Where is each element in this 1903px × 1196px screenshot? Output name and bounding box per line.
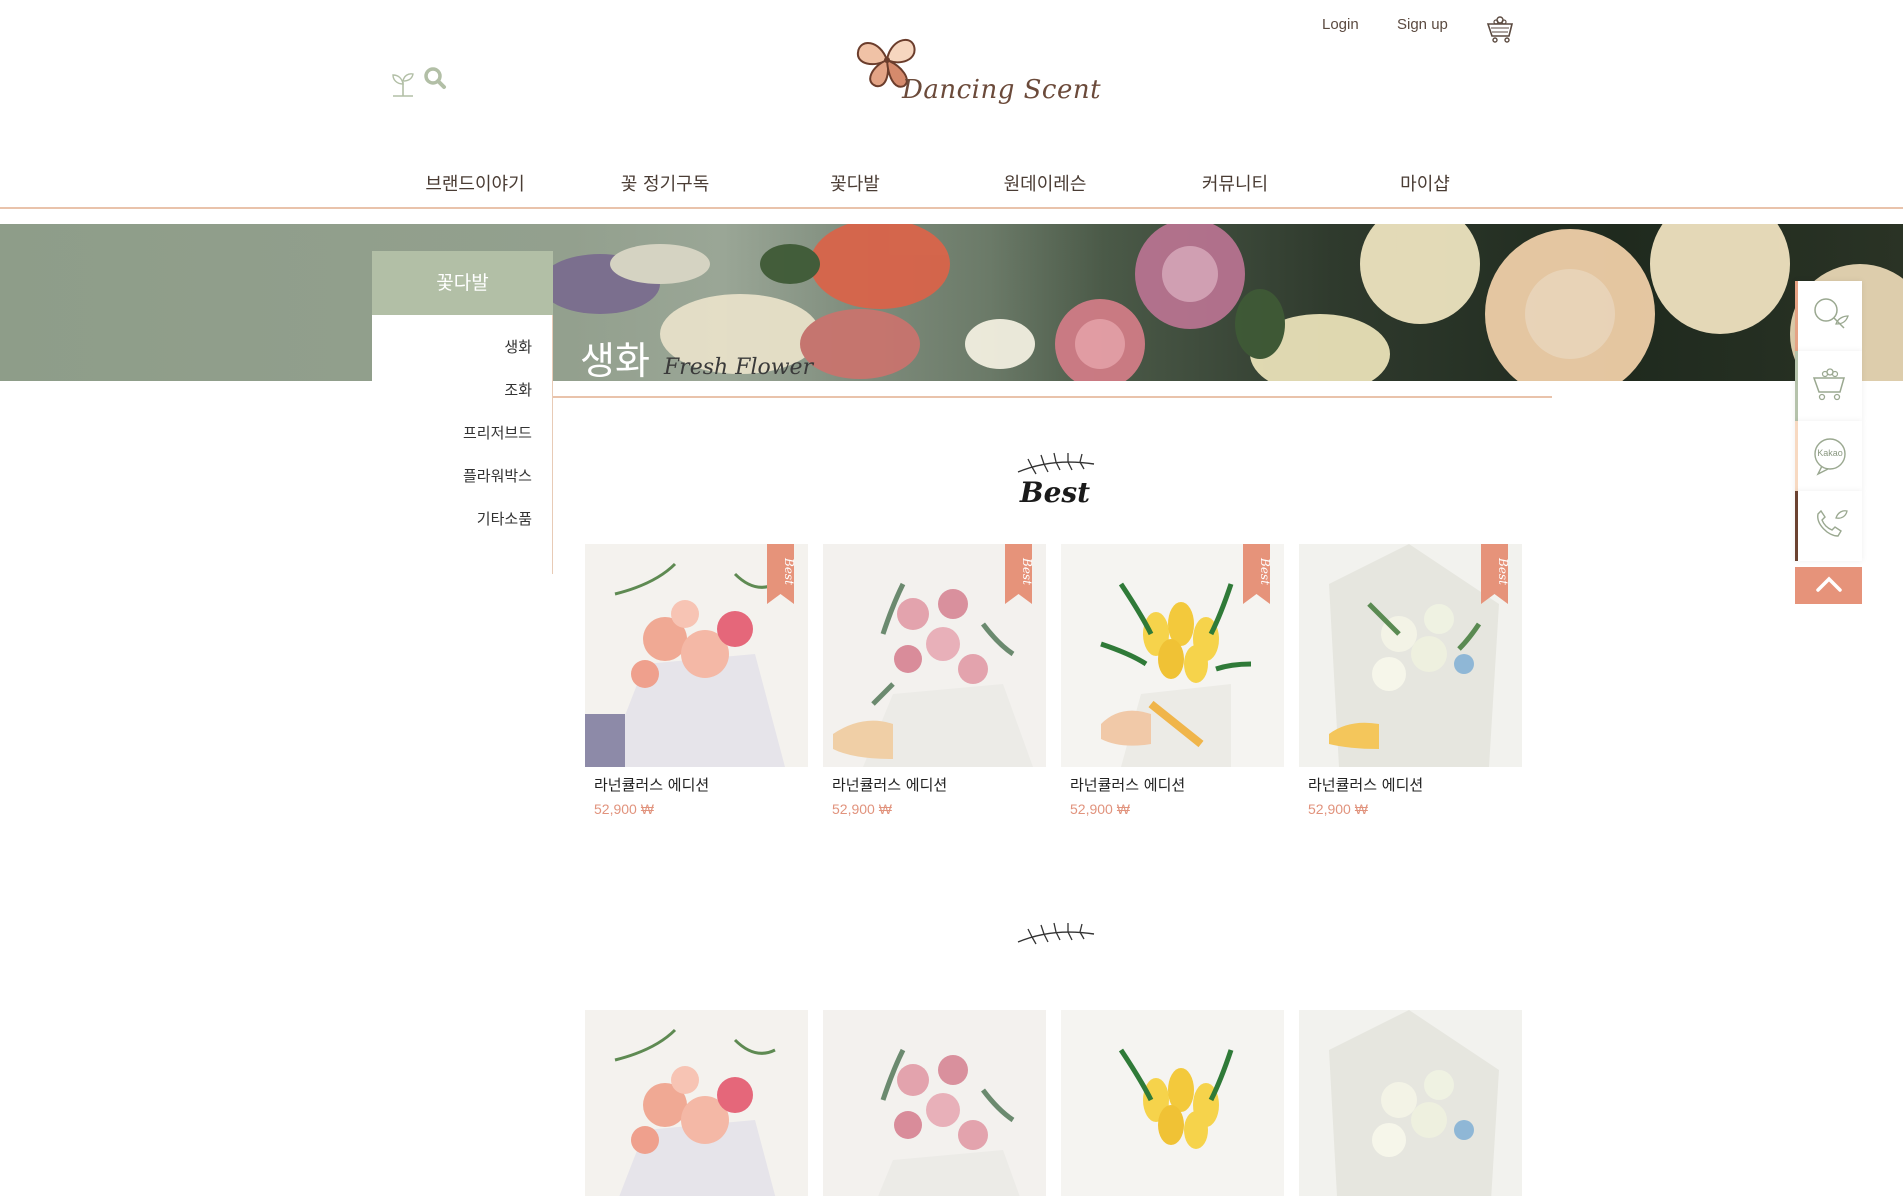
product-image[interactable]: Best xyxy=(1061,544,1284,767)
quick-cart-button[interactable] xyxy=(1795,351,1862,421)
best-section-title: Best xyxy=(1019,476,1091,509)
side-item-etc[interactable]: 기타소품 xyxy=(372,509,552,552)
product-name[interactable]: 라넌큘러스 에디션 xyxy=(823,774,1046,795)
product-card[interactable] xyxy=(585,1010,808,1196)
quick-menu: Kakao xyxy=(1795,281,1862,604)
side-item-fresh[interactable]: 생화 xyxy=(372,337,552,380)
best-ribbon: Best xyxy=(1481,544,1510,604)
product-name[interactable]: 라넌큘러스 에디션 xyxy=(1299,774,1522,795)
best-ribbon-label: Best xyxy=(1258,558,1272,585)
product-price: 52,900 ₩ xyxy=(832,801,892,817)
product-image[interactable]: Best xyxy=(823,544,1046,767)
product-card[interactable] xyxy=(1061,1010,1284,1196)
cart-flower-icon xyxy=(1810,364,1850,408)
side-menu-list: 생화 조화 프리저브드 플라워박스 기타소품 xyxy=(372,315,553,574)
nav-item-myshop[interactable]: 마이샵 xyxy=(1330,170,1520,196)
product-image[interactable] xyxy=(823,1010,1046,1196)
signup-link[interactable]: Sign up xyxy=(1397,16,1448,33)
quick-phone-button[interactable] xyxy=(1795,491,1862,561)
side-item-flowerbox[interactable]: 플라워박스 xyxy=(372,466,552,509)
page-title-english: Fresh Flower xyxy=(663,355,814,380)
nav-item-community[interactable]: 커뮤니티 xyxy=(1140,170,1330,196)
login-link[interactable]: Login xyxy=(1322,16,1359,33)
side-menu: 꽃다발 생화 조화 프리저브드 플라워박스 기타소품 xyxy=(372,251,553,574)
product-image[interactable] xyxy=(1061,1010,1284,1196)
logo[interactable]: Dancing Scent xyxy=(852,30,1101,114)
chevron-up-icon xyxy=(1815,575,1843,597)
product-section-header xyxy=(1000,922,1110,950)
quick-search-button[interactable] xyxy=(1795,281,1862,351)
flower-basket-icon xyxy=(1485,14,1515,48)
product-name[interactable]: 라넌큘러스 에디션 xyxy=(585,774,808,795)
main-nav: 브랜드이야기 꽃 정기구독 꽃다발 원데이레슨 커뮤니티 마이샵 xyxy=(380,170,1520,196)
best-section-header: Best xyxy=(1000,452,1110,509)
nav-item-bouquet[interactable]: 꽃다발 xyxy=(760,170,950,196)
side-menu-title: 꽃다발 xyxy=(372,251,553,315)
nav-item-brand-story[interactable]: 브랜드이야기 xyxy=(380,170,570,196)
product-grid xyxy=(585,1010,1523,1196)
product-image[interactable]: Best xyxy=(1299,544,1522,767)
scroll-top-button[interactable] xyxy=(1795,567,1862,604)
nav-item-subscription[interactable]: 꽃 정기구독 xyxy=(570,170,760,196)
cart-button[interactable] xyxy=(1485,14,1515,48)
product-price: 52,900 ₩ xyxy=(594,801,654,817)
best-product-grid: Best 라넌큘러스 에디션 52,900 ₩ Best 라넌큘러스 에디션 5… xyxy=(585,544,1523,817)
content-divider xyxy=(553,396,1552,398)
product-image[interactable]: Best xyxy=(585,544,808,767)
page-title: 생화 Fresh Flower xyxy=(580,330,813,385)
search-icon[interactable] xyxy=(423,66,447,94)
search-leaf-icon xyxy=(1810,294,1850,338)
search-group xyxy=(389,66,447,102)
kakao-icon: Kakao xyxy=(1810,436,1850,476)
product-price: 52,900 ₩ xyxy=(1308,801,1368,817)
best-ribbon-label: Best xyxy=(1496,558,1510,585)
nav-item-oneday-lesson[interactable]: 원데이레슨 xyxy=(950,170,1140,196)
sprout-icon xyxy=(389,68,417,102)
nav-divider xyxy=(0,207,1903,209)
best-ribbon: Best xyxy=(767,544,796,604)
hero-banner xyxy=(0,224,1903,381)
side-item-preserved[interactable]: 프리저브드 xyxy=(372,423,552,466)
product-price: 52,900 ₩ xyxy=(1070,801,1130,817)
phone-leaf-icon xyxy=(1810,504,1850,548)
best-ribbon-label: Best xyxy=(1020,558,1034,585)
side-item-artificial[interactable]: 조화 xyxy=(372,380,552,423)
page-title-korean: 생화 xyxy=(580,339,650,383)
product-card[interactable]: Best 라넌큘러스 에디션 52,900 ₩ xyxy=(1299,544,1522,817)
product-card[interactable]: Best 라넌큘러스 에디션 52,900 ₩ xyxy=(823,544,1046,817)
logo-text: Dancing Scent xyxy=(902,75,1102,105)
product-card[interactable] xyxy=(1299,1010,1522,1196)
product-image[interactable] xyxy=(585,1010,808,1196)
product-card[interactable]: Best 라넌큘러스 에디션 52,900 ₩ xyxy=(1061,544,1284,817)
site-header: Dancing Scent Login Sign up 브랜드이야기 꽃 정기구… xyxy=(0,0,1903,210)
laurel-icon xyxy=(1012,922,1098,950)
product-image[interactable] xyxy=(1299,1010,1522,1196)
kakao-label: Kakao xyxy=(1817,448,1843,458)
best-ribbon: Best xyxy=(1005,544,1034,604)
product-name[interactable]: 라넌큘러스 에디션 xyxy=(1061,774,1284,795)
best-ribbon-label: Best xyxy=(782,558,796,585)
quick-kakao-button[interactable]: Kakao xyxy=(1795,421,1862,491)
best-ribbon: Best xyxy=(1243,544,1272,604)
product-card[interactable]: Best 라넌큘러스 에디션 52,900 ₩ xyxy=(585,544,808,817)
product-card[interactable] xyxy=(823,1010,1046,1196)
